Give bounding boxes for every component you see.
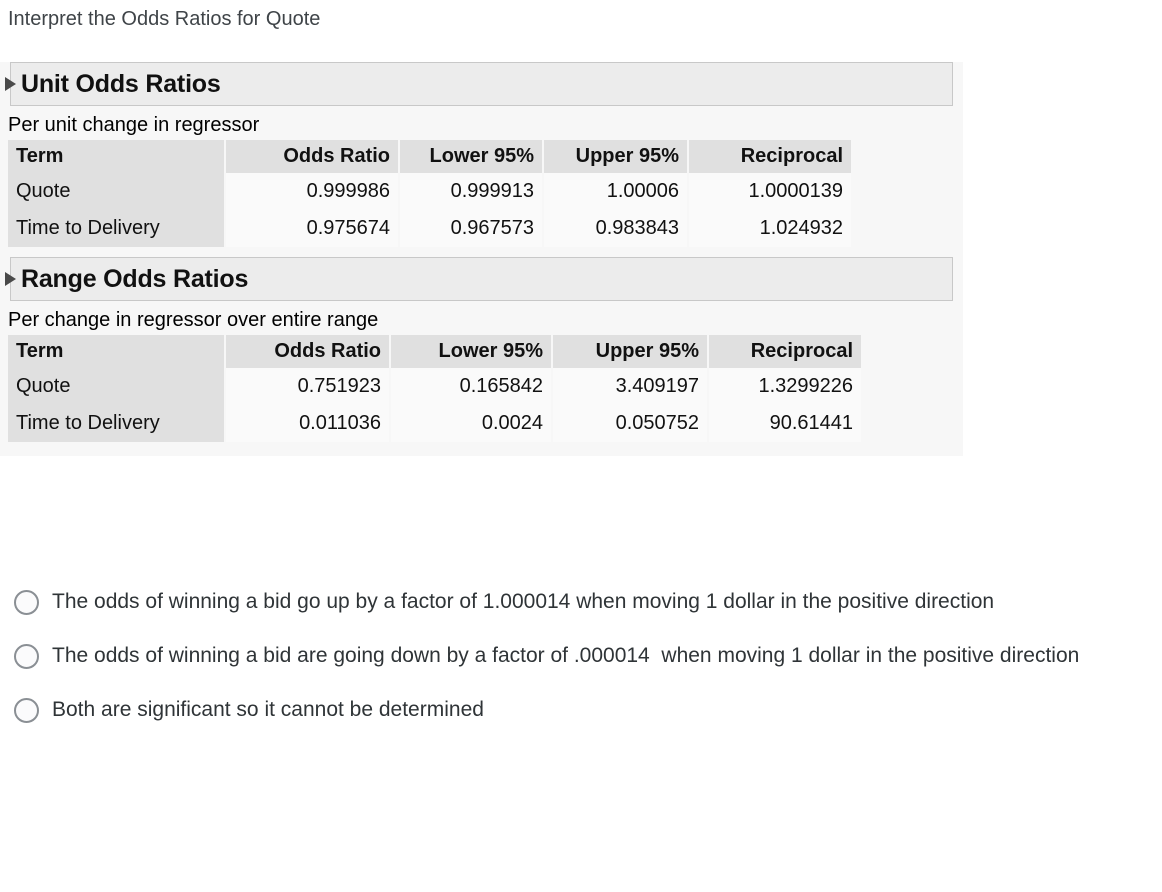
table-row: Quote 0.999986 0.999913 1.00006 1.000013… (8, 173, 851, 210)
table-row: Time to Delivery 0.975674 0.967573 0.983… (8, 210, 851, 247)
cell-lower-95: 0.0024 (391, 405, 551, 442)
column-header-term[interactable]: Term (8, 140, 224, 173)
panel-unit-odds-ratios: Unit Odds Ratios Per unit change in regr… (0, 62, 963, 247)
cell-term: Time to Delivery (8, 405, 224, 442)
panel-gap (0, 247, 963, 257)
panel-title: Range Odds Ratios (21, 264, 249, 293)
table-header-row: Term Odds Ratio Lower 95% Upper 95% Reci… (8, 140, 851, 173)
disclosure-triangle-icon[interactable] (5, 272, 16, 286)
column-header-upper-95[interactable]: Upper 95% (553, 335, 707, 368)
radio-button-icon[interactable] (14, 698, 39, 723)
panel-title: Unit Odds Ratios (21, 69, 221, 98)
answer-option-label: The odds of winning a bid are going down… (52, 644, 1080, 667)
panel-header-range-odds-ratios[interactable]: Range Odds Ratios (5, 257, 953, 301)
answer-option-1[interactable]: The odds of winning a bid go up by a fac… (0, 585, 1162, 618)
cell-reciprocal: 1.0000139 (689, 173, 851, 210)
cell-upper-95: 1.00006 (544, 173, 687, 210)
answer-option-label: The odds of winning a bid go up by a fac… (52, 590, 995, 613)
column-header-odds-ratio[interactable]: Odds Ratio (226, 335, 389, 368)
answer-option-2[interactable]: The odds of winning a bid are going down… (0, 639, 1162, 672)
answer-options-list: The odds of winning a bid go up by a fac… (0, 585, 1162, 747)
panel-header-unit-odds-ratios[interactable]: Unit Odds Ratios (5, 62, 953, 106)
page-title: Interpret the Odds Ratios for Quote (8, 8, 321, 30)
cell-reciprocal: 1.024932 (689, 210, 851, 247)
range-odds-ratios-table: Term Odds Ratio Lower 95% Upper 95% Reci… (6, 335, 863, 442)
cell-lower-95: 0.967573 (400, 210, 542, 247)
cell-odds-ratio: 0.011036 (226, 405, 389, 442)
column-header-upper-95[interactable]: Upper 95% (544, 140, 687, 173)
table-row: Quote 0.751923 0.165842 3.409197 1.32992… (8, 368, 861, 405)
cell-upper-95: 3.409197 (553, 368, 707, 405)
disclosure-triangle-icon[interactable] (5, 77, 16, 91)
cell-odds-ratio: 0.975674 (226, 210, 398, 247)
odds-ratios-report: Unit Odds Ratios Per unit change in regr… (0, 62, 963, 456)
column-header-lower-95[interactable]: Lower 95% (391, 335, 551, 368)
column-header-reciprocal[interactable]: Reciprocal (689, 140, 851, 173)
cell-term: Time to Delivery (8, 210, 224, 247)
radio-button-icon[interactable] (14, 644, 39, 669)
radio-button-icon[interactable] (14, 590, 39, 615)
table-header-row: Term Odds Ratio Lower 95% Upper 95% Reci… (8, 335, 861, 368)
cell-term: Quote (8, 368, 224, 405)
column-header-lower-95[interactable]: Lower 95% (400, 140, 542, 173)
cell-lower-95: 0.999913 (400, 173, 542, 210)
cell-upper-95: 0.050752 (553, 405, 707, 442)
panel-range-odds-ratios: Range Odds Ratios Per change in regresso… (0, 257, 963, 442)
answer-option-3[interactable]: Both are significant so it cannot be det… (0, 693, 1162, 726)
cell-upper-95: 0.983843 (544, 210, 687, 247)
unit-odds-ratios-table: Term Odds Ratio Lower 95% Upper 95% Reci… (6, 140, 853, 247)
cell-reciprocal: 90.61441 (709, 405, 861, 442)
cell-reciprocal: 1.3299226 (709, 368, 861, 405)
panel-subtitle: Per unit change in regressor (8, 114, 260, 136)
column-header-odds-ratio[interactable]: Odds Ratio (226, 140, 398, 173)
cell-lower-95: 0.165842 (391, 368, 551, 405)
cell-odds-ratio: 0.751923 (226, 368, 389, 405)
column-header-term[interactable]: Term (8, 335, 224, 368)
cell-odds-ratio: 0.999986 (226, 173, 398, 210)
column-header-reciprocal[interactable]: Reciprocal (709, 335, 861, 368)
cell-term: Quote (8, 173, 224, 210)
table-row: Time to Delivery 0.011036 0.0024 0.05075… (8, 405, 861, 442)
answer-option-label: Both are significant so it cannot be det… (52, 698, 484, 721)
panel-subtitle: Per change in regressor over entire rang… (8, 309, 379, 331)
